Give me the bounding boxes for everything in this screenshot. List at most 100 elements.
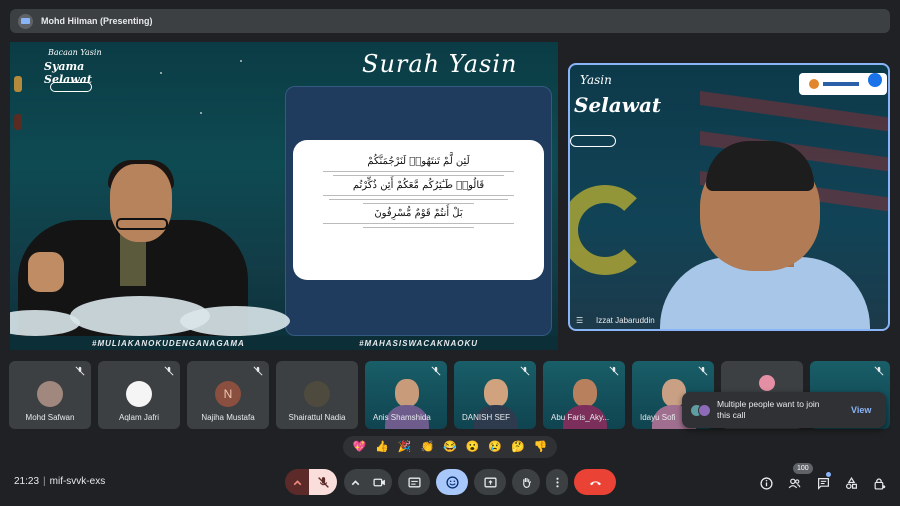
chevron-up-icon — [293, 479, 301, 485]
speaking-indicator-icon — [868, 73, 882, 87]
reaction-surprised[interactable]: 😮 — [466, 441, 480, 453]
star-decoration — [160, 72, 162, 74]
chevron-up-icon — [351, 479, 359, 485]
chat-icon — [817, 477, 829, 490]
reaction-thinking[interactable]: 🤔 — [511, 441, 525, 453]
participant-name: Mohd Safwan — [25, 413, 75, 422]
reaction-clap[interactable]: 👏 — [420, 441, 434, 453]
more-vert-icon — [555, 477, 559, 487]
mic-off-icon — [253, 366, 263, 376]
participant-video-tile[interactable]: Yasin Selawat ☰ Izzat Jabaruddin — [568, 63, 890, 331]
reaction-bar: 💖 👍 🎉 👏 😂 😮 😢 🤔 👎 — [343, 436, 557, 458]
reaction-thumbs-down[interactable]: 👎 — [534, 441, 548, 453]
mic-off-icon — [698, 366, 708, 376]
meeting-time: 21:23 — [14, 476, 40, 487]
verse-arabic-text: لَئِن لَّمْ تَنتَهُوا۟ لَنَرْجُمَنَّكُمْ — [367, 156, 470, 167]
mic-off-icon — [317, 476, 329, 488]
emoji-icon — [445, 475, 459, 489]
overlay-title-1: Yasin — [580, 73, 612, 87]
hashtag-1: #MULIAKANOKUDENGANAGAMA — [92, 338, 245, 348]
activities-button[interactable] — [843, 476, 859, 490]
present-icon — [483, 477, 497, 487]
participant-video — [660, 141, 870, 329]
hand-icon — [522, 477, 531, 488]
crescent-decoration — [570, 185, 650, 275]
meeting-code: mif-svvk-exs — [49, 476, 106, 487]
star-decoration — [200, 112, 202, 114]
mic-off-icon — [164, 366, 174, 376]
raise-hand-button[interactable] — [512, 469, 540, 495]
avatar: N — [215, 381, 241, 407]
participant-tile[interactable]: Mohd Safwan — [9, 361, 91, 429]
shapes-icon — [845, 476, 857, 489]
host-controls-button[interactable] — [871, 476, 887, 490]
participant-tile[interactable]: Abu Faris_Aky... — [543, 361, 625, 429]
cloud-decoration — [180, 306, 290, 336]
reaction-heart[interactable]: 💖 — [352, 441, 366, 453]
mic-off-icon — [75, 366, 85, 376]
info-icon — [759, 476, 773, 490]
join-request-toast[interactable]: Multiple people want to join this call V… — [682, 392, 886, 428]
meeting-details-button[interactable] — [758, 476, 774, 490]
camera-toggle-button[interactable] — [366, 469, 392, 495]
participant-name: Izzat Jabaruddin — [596, 316, 655, 325]
chat-button[interactable] — [815, 476, 831, 490]
participant-name: Anis Shamshida — [373, 413, 431, 422]
screen-share-icon — [18, 13, 33, 29]
mic-off-icon — [609, 366, 619, 376]
hashtag-banner: #MULIAKANOKUDENGANAGAMA #MAHASISWACAKNAO… — [10, 336, 558, 350]
audio-options-button[interactable] — [285, 469, 309, 495]
captions-button[interactable] — [398, 469, 430, 495]
participant-tile[interactable]: N Najiha Mustafa — [187, 361, 269, 429]
verse-arabic-text: قَالُوا۟ طَـٰٓئِرُكُم مَّعَكُمْ أَئِن ذُ… — [352, 180, 485, 191]
mic-off-icon — [520, 366, 530, 376]
reaction-party[interactable]: 🎉 — [398, 441, 412, 453]
participant-name: Abu Faris_Aky... — [551, 413, 610, 422]
presenter-name: Mohd Hilman (Presenting) — [41, 16, 153, 26]
notification-dot — [826, 472, 831, 477]
mic-off-icon — [431, 366, 441, 376]
people-button[interactable] — [786, 476, 802, 490]
slide-title: Surah Yasin — [362, 50, 518, 78]
reaction-sad[interactable]: 😢 — [488, 441, 502, 453]
overlay-title-2: Selawat — [574, 93, 662, 117]
video-camera-icon — [372, 478, 385, 486]
verse-translation — [303, 171, 534, 176]
verse-arabic-text: بَلْ أَنتُمْ قَوْمٌ مُّسْرِفُونَ — [374, 208, 463, 219]
video-options-button[interactable] — [344, 469, 366, 495]
shared-screen[interactable]: Bacaan Yasin Syama Selawat Surah Yasin ل… — [10, 42, 558, 350]
lock-person-icon — [874, 477, 885, 490]
participant-name: Aqlam Jafri — [118, 413, 159, 422]
participant-name: DANISH SEF — [462, 413, 511, 422]
participant-count-badge: 100 — [793, 463, 813, 474]
reactions-button[interactable] — [436, 469, 468, 495]
toast-message: Multiple people want to join this call — [717, 399, 820, 420]
end-call-icon — [589, 480, 601, 485]
star-decoration — [240, 60, 242, 62]
microphone-toggle-button[interactable] — [309, 469, 337, 495]
participant-name: Najiha Mustafa — [201, 413, 255, 422]
participant-tile[interactable]: DANISH SEF — [454, 361, 536, 429]
lantern-decoration — [14, 114, 22, 130]
participant-tile[interactable]: Shairattul Nadia — [276, 361, 358, 429]
participant-tile[interactable]: Anis Shamshida — [365, 361, 447, 429]
meeting-info: 21:23 | mif-svvk-exs — [14, 476, 106, 487]
more-options-button[interactable] — [546, 469, 568, 495]
avatar — [698, 403, 711, 417]
verse-translation — [303, 195, 534, 204]
reaction-thumbs-up[interactable]: 👍 — [375, 441, 389, 453]
present-screen-button[interactable] — [474, 469, 506, 495]
event-logo: Bacaan Yasin Syama Selawat — [30, 46, 120, 96]
avatar — [759, 375, 775, 391]
verse-translation — [303, 223, 534, 228]
view-button[interactable]: View — [851, 405, 871, 415]
lantern-decoration — [14, 76, 22, 92]
people-icon — [788, 478, 800, 488]
participant-tile[interactable]: Aqlam Jafri — [98, 361, 180, 429]
mic-off-icon — [874, 366, 884, 376]
event-logo-badge — [50, 82, 92, 92]
avatar — [304, 381, 330, 407]
pin-icon: ☰ — [576, 316, 584, 325]
reaction-laugh[interactable]: 😂 — [443, 441, 457, 453]
leave-call-button[interactable] — [574, 469, 616, 495]
